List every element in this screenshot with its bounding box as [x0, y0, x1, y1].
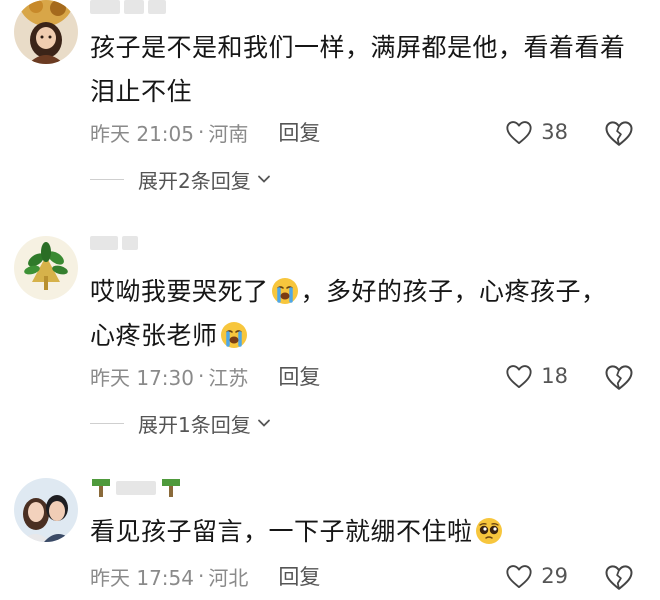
comment-text: 看见孩子留言，一下子就绷不住啦 — [90, 510, 630, 554]
chevron-down-icon — [257, 175, 270, 183]
username-masked[interactable] — [90, 479, 182, 497]
expand-replies-label: 展开1条回复 — [138, 412, 251, 437]
broken-heart-icon[interactable] — [604, 362, 634, 392]
like-button[interactable]: 29 — [505, 562, 568, 590]
avatar[interactable] — [14, 0, 78, 64]
comment-time: 昨天 21:05 — [90, 121, 194, 146]
tree-emoji — [162, 479, 180, 497]
reply-button[interactable]: 回复 — [278, 361, 320, 391]
comment-text: 哎呦我要哭死了 ，多好的孩子，心疼孩子，心疼张老师 — [90, 270, 630, 358]
reply-button[interactable]: 回复 — [278, 561, 320, 591]
comment-location: 河北 — [208, 565, 249, 590]
comment-meta: 昨天 17:54 · 河北 回复 — [90, 562, 320, 590]
loudly-crying-face-emoji — [220, 322, 247, 348]
loudly-crying-face-emoji — [271, 278, 298, 304]
meta-separator: · — [198, 120, 205, 144]
comment-location: 河南 — [208, 121, 249, 146]
username-masked[interactable] — [90, 0, 166, 16]
comment-item-2: 哎呦我要哭死了 ，多好的孩子，心疼孩子，心疼张老师 昨天 17:30 · 江苏 … — [0, 228, 660, 438]
broken-heart-icon[interactable] — [604, 118, 634, 148]
divider — [90, 178, 124, 180]
chevron-down-icon — [257, 419, 270, 427]
comment-text-part-1: 哎呦我要哭死了 — [90, 277, 269, 306]
heart-outline-icon — [506, 365, 532, 389]
heart-outline-icon — [506, 121, 532, 145]
comment-meta: 昨天 17:30 · 江苏 回复 — [90, 362, 320, 390]
comment-item-3: 看见孩子留言，一下子就绷不住啦 昨天 17:54 · 河北 回复 29 — [0, 472, 660, 600]
pleading-face-emoji — [475, 518, 502, 544]
meta-separator: · — [198, 564, 205, 588]
heart-outline-icon — [506, 565, 532, 589]
comment-text: 孩子是不是和我们一样，满屏都是他，看着看着泪止不住 — [90, 33, 626, 106]
comment-time: 昨天 17:30 — [90, 365, 194, 390]
reply-button[interactable]: 回复 — [278, 117, 320, 147]
tree-emoji — [92, 479, 110, 497]
comment-meta: 昨天 21:05 · 河南 回复 — [90, 118, 320, 146]
like-button[interactable]: 38 — [505, 118, 568, 146]
like-button[interactable]: 18 — [505, 362, 568, 390]
comment-list: 孩子是不是和我们一样，满屏都是他，看着看着泪止不住 昨天 21:05 · 河南 … — [0, 0, 660, 600]
comment-location: 江苏 — [208, 365, 249, 390]
comment-item-1: 孩子是不是和我们一样，满屏都是他，看着看着泪止不住 昨天 21:05 · 河南 … — [0, 0, 660, 200]
like-count: 18 — [541, 364, 568, 388]
like-count: 29 — [541, 564, 568, 588]
broken-heart-icon[interactable] — [604, 562, 634, 592]
expand-replies-label: 展开2条回复 — [138, 168, 251, 193]
comment-time: 昨天 17:54 — [90, 565, 194, 590]
username-masked[interactable] — [90, 236, 138, 252]
like-count: 38 — [541, 120, 568, 144]
avatar[interactable] — [14, 236, 78, 300]
expand-replies-button[interactable]: 展开1条回复 — [90, 410, 271, 437]
comment-text-part-1: 看见孩子留言，一下子就绷不住啦 — [90, 517, 473, 546]
expand-replies-button[interactable]: 展开2条回复 — [90, 166, 271, 193]
divider — [90, 422, 124, 424]
avatar[interactable] — [14, 478, 78, 542]
meta-separator: · — [198, 364, 205, 388]
